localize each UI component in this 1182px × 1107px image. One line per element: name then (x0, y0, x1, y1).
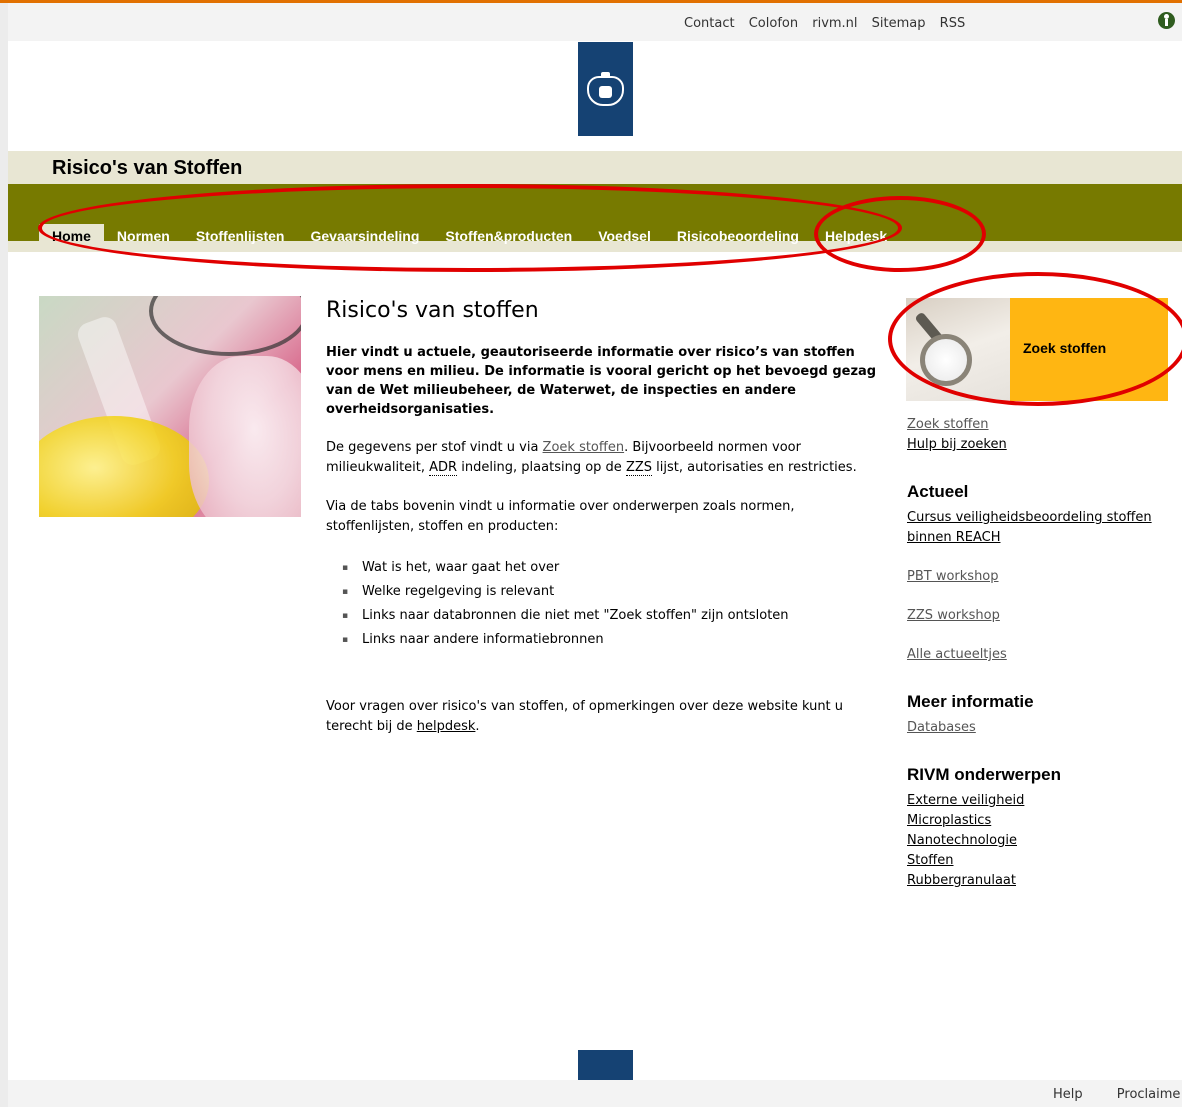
list-item: Links naar andere informatiebronnen (342, 628, 886, 652)
intro-text: Hier vindt u actuele, geautoriseerde inf… (326, 345, 877, 417)
footer-links: Help Proclaime (1053, 1087, 1182, 1102)
zoek-stoffen-link[interactable]: Zoek stoffen (907, 415, 1177, 435)
zzs-abbr: ZZS (625, 460, 653, 476)
search-links: Zoek stoffen Hulp bij zoeken (907, 415, 1177, 455)
text-fragment: De gegevens per stof vindt u via (326, 440, 543, 455)
actueel-heading: Actueel (907, 482, 969, 501)
hulp-bij-zoeken-link[interactable]: Hulp bij zoeken (907, 435, 1177, 455)
magnifier-photo (906, 298, 1010, 401)
tab-stoffenlijsten[interactable]: Stoffenlijsten (183, 224, 298, 249)
externe-veiligheid-link[interactable]: Externe veiligheid (907, 791, 1177, 811)
page-heading: Risico's van stoffen (326, 298, 539, 323)
cursus-reach-link[interactable]: Cursus veiligheidsbeoordeling stoffen bi… (907, 508, 1177, 548)
pbt-workshop-link[interactable]: PBT workshop (907, 567, 1177, 587)
rijksoverheid-logo[interactable] (578, 42, 633, 136)
databases-link[interactable]: Databases (907, 718, 1177, 738)
tab-risicobeoordeling[interactable]: Risicobeoordeling (664, 224, 812, 249)
contact-link[interactable]: Contact (684, 16, 735, 31)
zoek-stoffen-inline-link[interactable]: Zoek stoffen (543, 440, 625, 455)
magnifier-icon (920, 334, 972, 386)
sitemap-link[interactable]: Sitemap (872, 16, 926, 31)
actueel-list: Cursus veiligheidsbeoordeling stoffen bi… (907, 508, 1177, 665)
site-title-bar: Risico's van Stoffen (8, 151, 1182, 184)
nav-tabs: Home Normen Stoffenlijsten Gevaarsindeli… (39, 224, 900, 249)
text-fragment: indeling, plaatsing op de (457, 460, 626, 475)
help-link[interactable]: Help (1053, 1087, 1083, 1102)
microplastics-link[interactable]: Microplastics (907, 811, 1177, 831)
paragraph-gegevens: De gegevens per stof vindt u via Zoek st… (326, 438, 886, 478)
text-fragment: lijst, autorisaties en restricties. (652, 460, 857, 475)
main-content: Risico's van stoffen Hier vindt u actuel… (326, 298, 886, 756)
list-item: Welke regelgeving is relevant (342, 580, 886, 604)
laboratory-glassware-image (39, 296, 301, 517)
banner-label: Zoek stoffen (1023, 340, 1107, 356)
crest-icon (587, 72, 624, 106)
paragraph-tabs: Via de tabs bovenin vindt u informatie o… (326, 499, 795, 534)
list-item: Wat is het, waar gaat het over (342, 556, 886, 580)
text-fragment: Voor vragen over risico's van stoffen, o… (326, 699, 844, 734)
nanotechnologie-link[interactable]: Nanotechnologie (907, 831, 1177, 851)
footer-logo-block (578, 1050, 633, 1081)
site-title: Risico's van Stoffen (52, 157, 243, 179)
tab-helpdesk[interactable]: Helpdesk (812, 224, 900, 249)
zoek-stoffen-banner[interactable]: Zoek stoffen (906, 298, 1168, 401)
stoffen-link[interactable]: Stoffen (907, 851, 1177, 871)
text-fragment: . (475, 719, 480, 734)
helpdesk-inline-link[interactable]: helpdesk (417, 719, 476, 734)
meer-informatie-heading: Meer informatie (907, 692, 1034, 711)
footer: Help Proclaime (8, 1080, 1182, 1107)
paragraph-vragen: Voor vragen over risico's van stoffen, o… (326, 697, 886, 737)
pink-beaker (189, 356, 301, 517)
top-utility-bar: Contact Colofon rivm.nl Sitemap RSS (8, 3, 1182, 41)
yellow-flask (39, 416, 209, 517)
meer-informatie-list: Databases (907, 718, 1177, 738)
topic-list: Wat is het, waar gaat het over Welke reg… (342, 556, 886, 652)
rivm-onderwerpen-list: Externe veiligheid Microplastics Nanotec… (907, 791, 1177, 891)
tab-normen[interactable]: Normen (104, 224, 183, 249)
sidebar: Zoek stoffen Zoek stoffen Hulp bij zoeke… (906, 298, 1177, 891)
glassware-rim (149, 296, 301, 356)
tab-home[interactable]: Home (39, 224, 104, 249)
rivm-onderwerpen-heading: RIVM onderwerpen (907, 765, 1061, 784)
colofon-link[interactable]: Colofon (749, 16, 798, 31)
adr-abbr: ADR (429, 460, 458, 476)
accessibility-icon[interactable] (1158, 12, 1175, 29)
main-navigation: Home Normen Stoffenlijsten Gevaarsindeli… (8, 184, 1182, 252)
tab-voedsel[interactable]: Voedsel (585, 224, 664, 249)
utility-links: Contact Colofon rivm.nl Sitemap RSS (684, 16, 975, 31)
rivm-link[interactable]: rivm.nl (812, 16, 857, 31)
tab-gevaarsindeling[interactable]: Gevaarsindeling (297, 224, 432, 249)
rss-link[interactable]: RSS (940, 16, 966, 31)
proclaimer-link[interactable]: Proclaime (1117, 1087, 1181, 1102)
tab-stoffen-producten[interactable]: Stoffen&producten (432, 224, 585, 249)
zzs-workshop-link[interactable]: ZZS workshop (907, 606, 1177, 626)
alle-actueeltjes-link[interactable]: Alle actueeltjes (907, 645, 1177, 665)
rubbergranulaat-link[interactable]: Rubbergranulaat (907, 871, 1177, 891)
list-item: Links naar databronnen die niet met "Zoe… (342, 604, 886, 628)
